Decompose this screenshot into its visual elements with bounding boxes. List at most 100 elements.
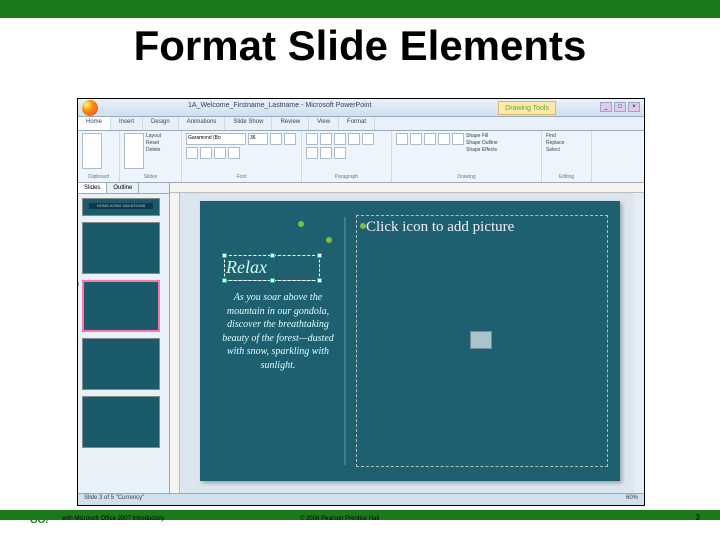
tab-insert[interactable]: Insert xyxy=(111,117,143,130)
underline-button[interactable] xyxy=(186,147,198,159)
side-tabs: Slides Outline xyxy=(78,183,169,194)
window-titlebar: 1A_Welcome_Firstname_Lastname - Microsof… xyxy=(78,99,644,117)
shape-effects-button[interactable]: Shape Effects xyxy=(466,147,498,153)
bullet-icon xyxy=(298,221,304,227)
resize-handle-icon[interactable] xyxy=(270,253,275,258)
select-button[interactable]: Select xyxy=(546,147,587,153)
resize-handle-icon[interactable] xyxy=(317,278,322,283)
strike-button[interactable] xyxy=(214,147,226,159)
editor-area: Slides Outline 1 HONG KONG VACATIONS 2 3… xyxy=(78,183,644,493)
indent-button[interactable] xyxy=(334,133,346,145)
powerpoint-screenshot: 1A_Welcome_Firstname_Lastname - Microsof… xyxy=(77,98,645,506)
vertical-ruler xyxy=(170,193,180,493)
replace-button[interactable]: Replace xyxy=(546,140,587,146)
layout-button[interactable]: Layout xyxy=(146,133,161,139)
ribbon-group-slides: Layout Reset Delete Slides xyxy=(120,131,182,182)
contextual-tab-group[interactable]: Drawing Tools xyxy=(498,101,556,115)
find-button[interactable]: Find xyxy=(546,133,587,139)
thumbnail-1[interactable]: 1 HONG KONG VACATIONS xyxy=(82,198,160,216)
paste-button[interactable] xyxy=(82,133,102,169)
new-slide-button[interactable] xyxy=(124,133,144,169)
tab-format[interactable]: Format xyxy=(339,117,375,130)
slide-divider xyxy=(344,217,346,465)
footer-center: © 2008 Pearson Prentice Hall xyxy=(300,516,379,522)
resize-handle-icon[interactable] xyxy=(222,278,227,283)
thumbnail-5[interactable]: 5 xyxy=(82,396,160,448)
vertical-scrollbar[interactable] xyxy=(634,193,644,493)
shadow-button[interactable] xyxy=(200,147,212,159)
side-tab-outline[interactable]: Outline xyxy=(107,183,139,193)
tab-home[interactable]: Home xyxy=(78,117,111,130)
numbering-button[interactable] xyxy=(320,133,332,145)
thumb-number: 3 xyxy=(78,282,79,288)
page-title: Format Slide Elements xyxy=(0,22,720,70)
delete-button[interactable]: Delete xyxy=(146,147,161,153)
shape-oval-icon[interactable] xyxy=(410,133,422,145)
reset-button[interactable]: Reset xyxy=(146,140,161,146)
maximize-button[interactable]: □ xyxy=(614,102,626,112)
font-size-select[interactable]: 36 xyxy=(248,133,268,145)
quick-styles-button[interactable] xyxy=(452,133,464,145)
ribbon-label-editing: Editing xyxy=(546,174,587,180)
align-left-button[interactable] xyxy=(348,133,360,145)
thumbnails: 1 HONG KONG VACATIONS 2 3 4 5 xyxy=(78,194,169,493)
tab-view[interactable]: View xyxy=(309,117,339,130)
thumb-1-title: HONG KONG VACATIONS xyxy=(89,203,153,209)
align-right-button[interactable] xyxy=(306,147,318,159)
shape-rect-icon[interactable] xyxy=(396,133,408,145)
ribbon-group-paragraph: Paragraph xyxy=(302,131,392,182)
tab-review[interactable]: Review xyxy=(272,117,309,130)
bullet-icon xyxy=(326,237,332,243)
align-center-button[interactable] xyxy=(362,133,374,145)
shape-outline-button[interactable]: Shape Outline xyxy=(466,140,498,146)
office-button-icon[interactable] xyxy=(82,100,98,116)
slide-canvas[interactable]: Relax As you soar above the mountain in … xyxy=(170,183,644,493)
columns-button[interactable] xyxy=(320,147,332,159)
selection-box[interactable] xyxy=(224,255,320,281)
bullets-button[interactable] xyxy=(306,133,318,145)
close-button[interactable]: × xyxy=(628,102,640,112)
ribbon-label-drawing: Drawing xyxy=(396,174,537,180)
horizontal-ruler xyxy=(170,183,644,193)
side-tab-slides[interactable]: Slides xyxy=(78,183,107,193)
tab-design[interactable]: Design xyxy=(143,117,179,130)
slide[interactable]: Relax As you soar above the mountain in … xyxy=(200,201,620,481)
picture-placeholder-label: Click icon to add picture xyxy=(366,219,514,236)
arrange-button[interactable] xyxy=(438,133,450,145)
window-controls: _ □ × xyxy=(600,102,640,112)
header-green-bar xyxy=(0,0,720,18)
ribbon-group-clipboard: Clipboard xyxy=(78,131,120,182)
font-name-select[interactable]: Garamond (Bo xyxy=(186,133,246,145)
ribbon-label-slides: Slides xyxy=(124,174,177,180)
status-zoom[interactable]: 60% xyxy=(626,495,638,504)
slides-panel: Slides Outline 1 HONG KONG VACATIONS 2 3… xyxy=(78,183,170,493)
status-left: Slide 3 of 5 "Currency" xyxy=(84,495,144,504)
ribbon-label-paragraph: Paragraph xyxy=(306,174,387,180)
tab-slideshow[interactable]: Slide Show xyxy=(225,117,272,130)
tab-animations[interactable]: Animations xyxy=(179,117,226,130)
thumbnail-2[interactable]: 2 xyxy=(82,222,160,274)
resize-handle-icon[interactable] xyxy=(222,253,227,258)
status-bar: Slide 3 of 5 "Currency" 60% xyxy=(78,493,644,505)
resize-handle-icon[interactable] xyxy=(270,278,275,283)
go-logo: GO! xyxy=(30,515,49,526)
insert-picture-icon[interactable] xyxy=(470,331,492,349)
shape-fill-button[interactable]: Shape Fill xyxy=(466,133,498,139)
italic-button[interactable] xyxy=(284,133,296,145)
window-title: 1A_Welcome_Firstname_Lastname - Microsof… xyxy=(188,102,372,109)
shape-line-icon[interactable] xyxy=(424,133,436,145)
footer-left: with Microsoft Office 2007 Introductory xyxy=(62,516,164,522)
minimize-button[interactable]: _ xyxy=(600,102,612,112)
font-color-button[interactable] xyxy=(228,147,240,159)
footer-page-number: 3 xyxy=(696,513,700,522)
thumbnail-3[interactable]: 3 xyxy=(82,280,160,332)
ribbon-group-drawing: Shape Fill Shape Outline Shape Effects D… xyxy=(392,131,542,182)
text-direction-button[interactable] xyxy=(334,147,346,159)
thumbnail-4[interactable]: 4 xyxy=(82,338,160,390)
resize-handle-icon[interactable] xyxy=(317,253,322,258)
ribbon: Clipboard Layout Reset Delete Slides Gar… xyxy=(78,131,644,183)
slide-body-text[interactable]: As you soar above the mountain in our go… xyxy=(220,291,336,372)
ribbon-label-font: Font xyxy=(186,174,297,180)
ribbon-group-editing: Find Replace Select Editing xyxy=(542,131,592,182)
bold-button[interactable] xyxy=(270,133,282,145)
